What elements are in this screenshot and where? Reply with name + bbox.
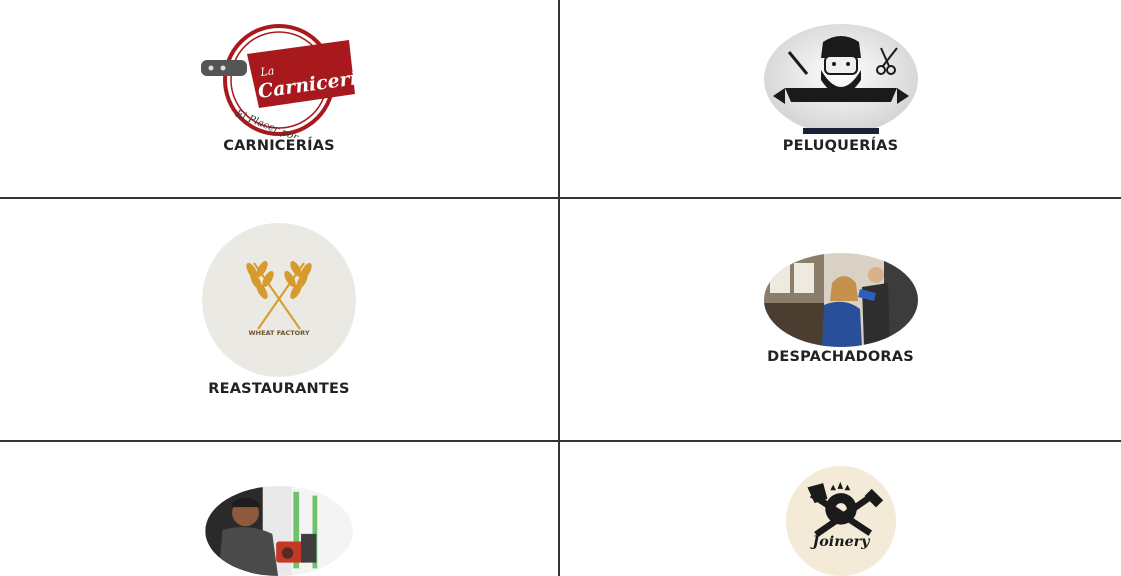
category-card-peluquerias[interactable]: PELUQUERÍAS bbox=[560, 0, 1121, 199]
category-card-mechanic[interactable] bbox=[0, 442, 560, 576]
category-label: CARNICERÍAS bbox=[223, 138, 335, 154]
logo-text-joinery: Joinery bbox=[809, 534, 871, 550]
barber-logo-icon bbox=[763, 24, 918, 134]
category-label: PELUQUERÍAS bbox=[782, 138, 899, 154]
mechanic-photo-icon bbox=[205, 486, 353, 576]
category-card-carnicerias[interactable]: La Carnicería El Placer por el Sabor CAR… bbox=[0, 0, 560, 199]
category-card-restaurantes[interactable]: WHEAT FACTORY REASTAURANTES bbox=[0, 199, 560, 442]
salon-photo-icon bbox=[763, 253, 918, 347]
logo-text-wheat-factory: WHEAT FACTORY bbox=[248, 329, 309, 337]
category-label: DESPACHADORAS bbox=[767, 349, 914, 365]
butcher-logo-icon: La Carnicería El Placer por el Sabor bbox=[201, 24, 359, 138]
category-label: REASTAURANTES bbox=[208, 381, 350, 397]
category-grid: La Carnicería El Placer por el Sabor CAR… bbox=[0, 0, 1121, 576]
logo-text-slogan: El Placer por el Sabor bbox=[233, 108, 343, 138]
category-card-joinery[interactable]: Joinery bbox=[560, 442, 1121, 576]
wheat-logo-icon: WHEAT FACTORY bbox=[202, 223, 356, 377]
category-card-despachadoras[interactable]: DESPACHADORAS bbox=[560, 199, 1121, 442]
logo-text-la: La bbox=[259, 64, 276, 79]
joinery-logo-icon: Joinery bbox=[785, 466, 896, 576]
